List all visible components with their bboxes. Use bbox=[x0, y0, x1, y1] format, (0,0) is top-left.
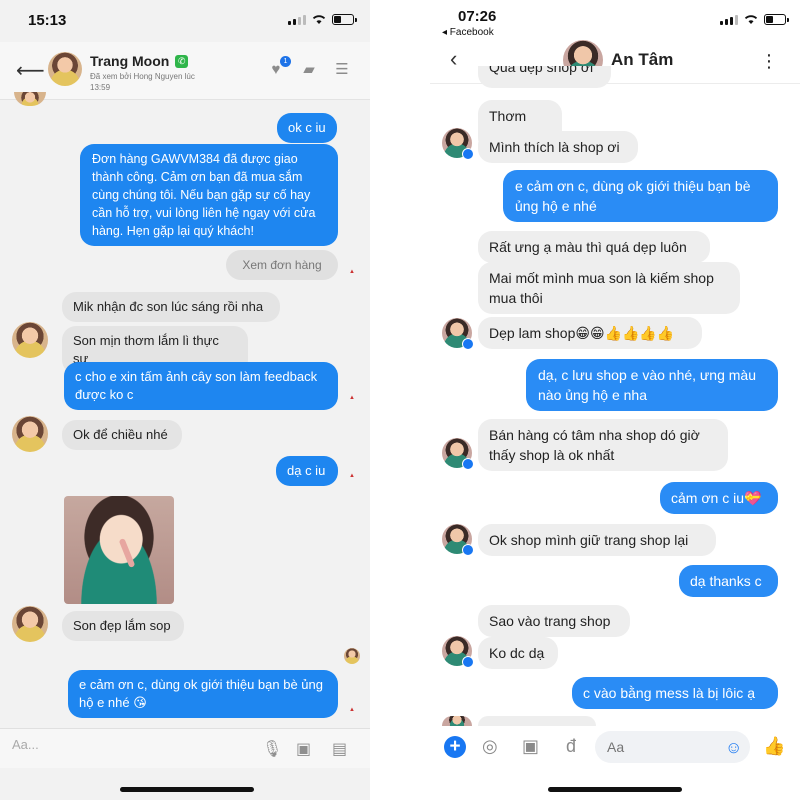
camera-icon[interactable]: ◎ bbox=[482, 736, 498, 757]
left-phone-screenshot: 15:13 ⟵ Trang Moon ✆ Đã xem bởi Hong Ngu… bbox=[0, 0, 370, 800]
messenger-badge-icon bbox=[462, 148, 474, 160]
phone-call-icon[interactable]: ✆ bbox=[175, 54, 189, 68]
shop-logo-icon: ▲ bbox=[349, 707, 355, 713]
microphone-icon[interactable]: 🎙 bbox=[262, 739, 282, 759]
contact-avatar-partial bbox=[442, 716, 472, 726]
contact-avatar bbox=[12, 416, 48, 452]
menu-icon[interactable]: ☰ bbox=[333, 62, 351, 78]
message-bubble-outgoing: dạ, c lưu shop e vào nhé, ưng màu nào ủn… bbox=[526, 359, 778, 411]
message-bubble-outgoing: c vào bằng mess là bị lôic ạ bbox=[572, 677, 778, 709]
view-order-button[interactable]: Xem đơn hàng bbox=[226, 250, 338, 280]
more-options-icon[interactable]: ⋮ bbox=[760, 52, 778, 70]
signal-icon bbox=[288, 14, 306, 25]
message-bubble-partial bbox=[478, 716, 596, 726]
contact-avatar bbox=[12, 606, 48, 642]
message-bubble-incoming: Ok để chiều nhé bbox=[62, 420, 182, 450]
messenger-badge-icon bbox=[462, 458, 474, 470]
status-time: 07:26 bbox=[458, 8, 497, 25]
emoji-icon[interactable]: ☺ bbox=[725, 738, 742, 758]
message-bubble-outgoing: e cảm ơn c, dùng ok giới thiệu bạn bè ủn… bbox=[503, 170, 778, 222]
back-to-facebook-link[interactable]: ◂ Facebook bbox=[442, 27, 494, 38]
shop-logo-icon: ▲ bbox=[349, 269, 355, 275]
home-indicator bbox=[120, 787, 254, 792]
contact-avatar bbox=[12, 322, 48, 358]
seen-status: Đã xem bởi Hong Nguyen lúc 13:59 bbox=[90, 72, 195, 92]
message-bubble-incoming: Son đẹp lắm sop bbox=[62, 611, 184, 641]
message-bubble-incoming: Mai mốt mình mua son là kiếm shop mua th… bbox=[478, 262, 740, 314]
wifi-icon bbox=[744, 15, 758, 24]
currency-icon[interactable]: đ bbox=[566, 736, 576, 757]
message-bubble-incoming: Dẹp lam shop😁😁👍👍👍👍 bbox=[478, 317, 702, 349]
chat-icon[interactable]: ▤ bbox=[332, 739, 347, 759]
image-icon[interactable]: ▣ bbox=[296, 739, 311, 759]
contact-name[interactable]: Trang Moon bbox=[90, 53, 169, 69]
thumbs-up-icon[interactable]: 👍 bbox=[763, 736, 785, 757]
notification-badge: 1 bbox=[280, 56, 291, 67]
home-indicator bbox=[548, 787, 682, 792]
back-arrow-icon[interactable]: ⟵ bbox=[16, 58, 45, 83]
note-icon[interactable]: ▰ bbox=[300, 62, 318, 78]
status-bar: 15:13 bbox=[0, 0, 370, 40]
message-bubble-outgoing: c cho e xin tấm ảnh cây son làm feedback… bbox=[64, 362, 338, 410]
image-icon[interactable]: ▣ bbox=[522, 736, 539, 757]
status-time: 15:13 bbox=[28, 12, 67, 29]
signal-icon bbox=[720, 14, 738, 25]
messenger-badge-icon bbox=[462, 338, 474, 350]
message-bubble-incoming: Mik nhận đc son lúc sáng rồi nha bbox=[62, 292, 280, 322]
right-phone-screenshot: 07:26 ◂ Facebook ‹ An Tâm ⋮ Quá đẹp shop… bbox=[430, 0, 800, 800]
message-bubble-outgoing: e cảm ơn c, dùng ok giới thiệu bạn bè ủn… bbox=[68, 670, 338, 718]
message-composer: + ◎ ▣ đ ☺ 👍 bbox=[430, 726, 800, 770]
message-bubble-incoming: Mình thích là shop ơi bbox=[478, 131, 638, 163]
battery-icon bbox=[764, 14, 789, 25]
plus-icon[interactable]: + bbox=[444, 736, 466, 758]
message-bubble-incoming: Ok shop mình giữ trang shop lại bbox=[478, 524, 716, 556]
shop-logo-icon: ▲ bbox=[349, 395, 355, 401]
message-bubble-outgoing: Đơn hàng GAWVM384 đã được giao thành côn… bbox=[80, 144, 338, 246]
chat-header: ⟵ Trang Moon ✆ Đã xem bởi Hong Nguyen lú… bbox=[0, 42, 370, 100]
tag-icon[interactable]: ♥ 1 bbox=[267, 56, 291, 78]
messenger-badge-icon bbox=[462, 544, 474, 556]
message-bubble-incoming: Sao vào trang shop bbox=[478, 605, 630, 637]
battery-icon bbox=[332, 14, 357, 25]
wifi-icon bbox=[312, 15, 326, 24]
contact-name[interactable]: An Tâm bbox=[611, 50, 673, 70]
message-bubble-incoming: Quá đẹp shop ơi bbox=[478, 66, 611, 88]
message-bubble-incoming: Ko dc dạ bbox=[478, 637, 558, 669]
shop-logo-icon: ▲ bbox=[349, 473, 355, 479]
message-bubble-outgoing: ok c iu bbox=[277, 113, 337, 143]
feedback-photo[interactable] bbox=[64, 496, 174, 604]
contact-avatar-partial bbox=[14, 92, 46, 106]
messenger-badge-icon bbox=[462, 656, 474, 668]
message-input[interactable]: Aa... bbox=[12, 737, 39, 752]
message-composer: Aa... 🎙 ▣ ▤ bbox=[0, 728, 370, 768]
back-chevron-icon[interactable]: ‹ bbox=[450, 46, 457, 72]
message-bubble-outgoing: dạ thanks c bbox=[679, 565, 778, 597]
lipstick-image bbox=[118, 537, 136, 569]
message-bubble-outgoing: cảm ơn c iu💝 bbox=[660, 482, 778, 514]
message-bubble-outgoing: dạ c iu bbox=[276, 456, 338, 486]
message-bubble-incoming: Rất ưng ạ màu thì quá dẹp luôn bbox=[478, 231, 710, 263]
contact-avatar[interactable] bbox=[48, 52, 82, 86]
read-receipt-avatar bbox=[344, 648, 360, 664]
message-bubble-incoming: Bán hàng có tâm nha shop dó giờ thấy sho… bbox=[478, 419, 728, 471]
